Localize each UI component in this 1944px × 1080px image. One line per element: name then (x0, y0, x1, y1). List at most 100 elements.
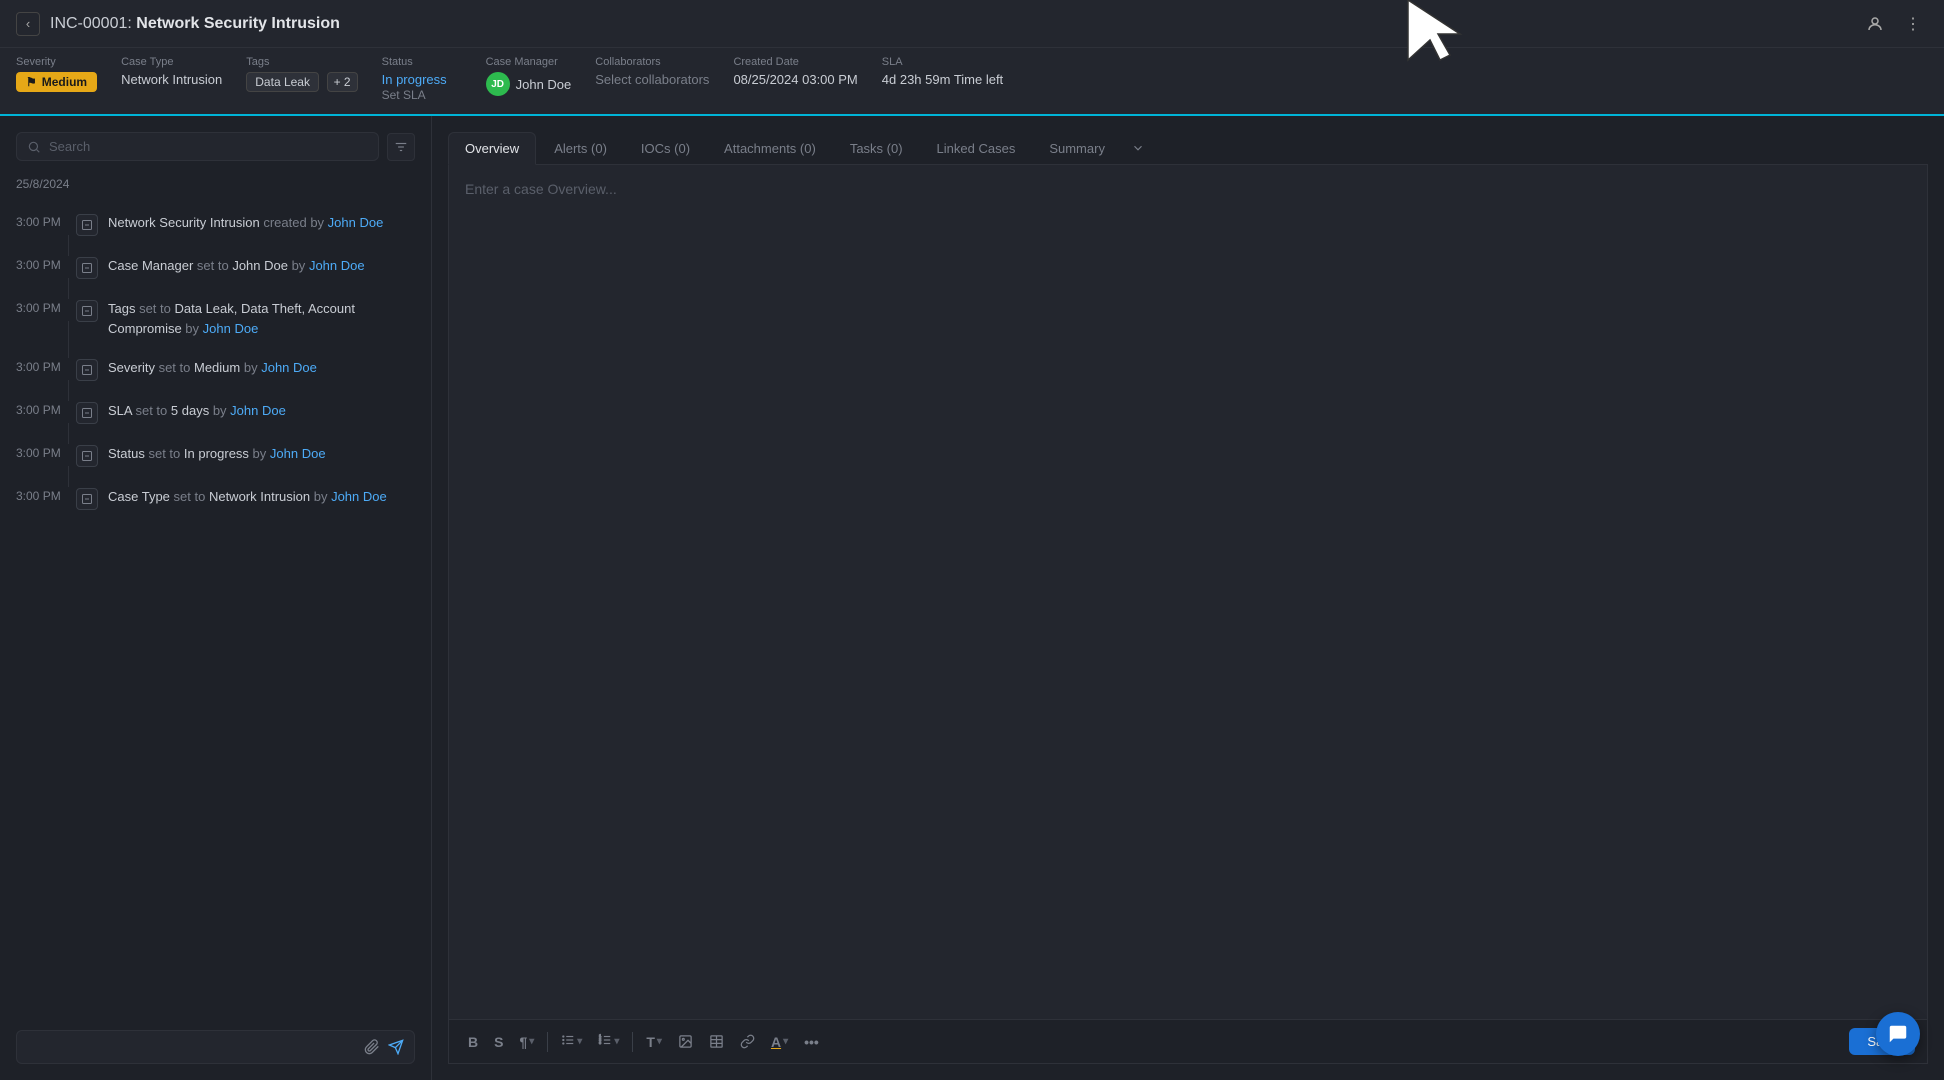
main-content: 25/8/2024 3:00 PMNetwork Security Intrus… (0, 116, 1944, 1080)
tab-attachments[interactable]: Attachments (0) (708, 133, 832, 164)
chevron-icon: ▾ (577, 1036, 582, 1047)
timeline-text: Tags set to Data Leak, Data Theft, Accou… (108, 299, 415, 338)
case-manager-value[interactable]: JD John Doe (486, 72, 572, 96)
more-options-button[interactable]: ⋮ (1898, 9, 1928, 39)
timeline-time: 3:00 PM (16, 258, 66, 272)
case-title: Network Security Intrusion (132, 15, 340, 32)
filter-button[interactable] (387, 133, 415, 161)
tab-iocs[interactable]: IOCs (0) (625, 133, 706, 164)
more-toolbar-button[interactable]: ••• (797, 1030, 826, 1054)
severity-field: Severity ⚑ Medium (16, 56, 97, 92)
timeline-time: 3:00 PM (16, 360, 66, 374)
timeline-icon (76, 445, 98, 467)
status-container: In progress Set SLA (382, 72, 462, 102)
highlight-button[interactable]: A ▾ (764, 1030, 795, 1054)
chevron-icon: ▾ (783, 1036, 788, 1047)
severity-value: Medium (42, 75, 87, 89)
timeline-icon (76, 359, 98, 381)
chevron-icon: ▾ (529, 1036, 534, 1047)
severity-badge[interactable]: ⚑ Medium (16, 72, 97, 92)
timeline-icon (76, 214, 98, 236)
chevron-icon: ▾ (614, 1036, 619, 1047)
timeline-time: 3:00 PM (16, 403, 66, 417)
status-value[interactable]: In progress (382, 72, 447, 87)
chevron-icon: ▾ (657, 1036, 662, 1047)
collaborators-label: Collaborators (595, 56, 709, 68)
search-icon (27, 140, 41, 154)
timeline-text: Status set to In progress by John Doe (108, 444, 415, 464)
status-field: Status In progress Set SLA (382, 56, 462, 102)
user-icon-button[interactable] (1860, 9, 1890, 39)
overview-editor: Enter a case Overview... B S ¶ ▾ ▾ (448, 165, 1928, 1064)
tab-more-button[interactable] (1123, 135, 1153, 161)
list-icon (561, 1033, 575, 1050)
image-button[interactable] (671, 1030, 700, 1053)
chat-input-bar (16, 1030, 415, 1064)
tags-label: Tags (246, 56, 357, 68)
back-icon: ‹ (26, 16, 30, 31)
timeline-time: 3:00 PM (16, 301, 66, 315)
tags-field: Tags Data Leak + 2 (246, 56, 357, 92)
ordered-list-button[interactable]: 123 ▾ (591, 1029, 626, 1054)
case-type-field: Case Type Network Intrusion (121, 56, 222, 87)
tab-linked-cases[interactable]: Linked Cases (921, 133, 1032, 164)
sla-label: SLA (882, 56, 1003, 68)
case-manager-name: John Doe (516, 77, 572, 92)
send-button[interactable] (388, 1039, 404, 1055)
case-type-value: Network Intrusion (121, 72, 222, 87)
timeline-item: 3:00 PMCase Manager set to John Doe by J… (16, 246, 415, 289)
timeline-item: 3:00 PM Severity set to Medium by John Do… (16, 348, 415, 391)
tabs-bar: OverviewAlerts (0)IOCs (0)Attachments (0… (448, 132, 1928, 165)
bold-button[interactable]: B (461, 1030, 485, 1054)
chat-bubble-icon (1887, 1023, 1909, 1045)
tab-summary[interactable]: Summary (1033, 133, 1121, 164)
link-button[interactable] (733, 1030, 762, 1053)
status-label: Status (382, 56, 462, 68)
link-icon (740, 1034, 755, 1049)
overview-content[interactable]: Enter a case Overview... (449, 165, 1927, 1019)
timeline-icon (76, 402, 98, 424)
avatar: JD (486, 72, 510, 96)
timeline-icon (76, 257, 98, 279)
timeline-item: 3:00 PMNetwork Security Intrusion create… (16, 203, 415, 246)
text-style-button[interactable]: T ▾ (639, 1030, 669, 1054)
sla-value: 4d 23h 59m Time left (882, 72, 1003, 87)
timeline-item: 3:00 PM SLA set to 5 days by John Doe (16, 391, 415, 434)
ordered-list-icon: 123 (598, 1033, 612, 1050)
severity-label: Severity (16, 56, 97, 68)
case-id: INC-00001: (50, 15, 132, 32)
tab-alerts[interactable]: Alerts (0) (538, 133, 623, 164)
right-panel: OverviewAlerts (0)IOCs (0)Attachments (0… (432, 116, 1944, 1080)
timeline-time: 3:00 PM (16, 446, 66, 460)
tag-more[interactable]: + 2 (327, 72, 358, 92)
created-date-field: Created Date 08/25/2024 03:00 PM (733, 56, 857, 87)
collaborators-select[interactable]: Select collaborators (595, 72, 709, 87)
page-title: INC-00001: Network Security Intrusion (50, 15, 340, 33)
strikethrough-button[interactable]: S (487, 1030, 510, 1054)
more-icon: ⋮ (1905, 14, 1921, 34)
table-button[interactable] (702, 1030, 731, 1053)
date-group-label: 25/8/2024 (16, 177, 415, 191)
back-button[interactable]: ‹ (16, 12, 40, 36)
set-sla-link[interactable]: Set SLA (382, 88, 426, 102)
chat-bubble-button[interactable] (1876, 1012, 1920, 1056)
unordered-list-button[interactable]: ▾ (554, 1029, 589, 1054)
tab-overview[interactable]: Overview (448, 132, 536, 165)
search-input[interactable] (49, 139, 368, 154)
case-manager-field: Case Manager JD John Doe (486, 56, 572, 96)
tag-data-leak[interactable]: Data Leak (246, 72, 319, 92)
collaborators-field: Collaborators Select collaborators (595, 56, 709, 87)
paragraph-button[interactable]: ¶ ▾ (512, 1030, 541, 1054)
image-icon (678, 1034, 693, 1049)
timeline-list: 3:00 PMNetwork Security Intrusion create… (16, 203, 415, 520)
timeline-text: SLA set to 5 days by John Doe (108, 401, 415, 421)
tab-tasks[interactable]: Tasks (0) (834, 133, 919, 164)
attachment-button[interactable] (364, 1039, 380, 1055)
filter-icon (394, 140, 408, 154)
timeline-icon (76, 488, 98, 510)
timeline-text: Severity set to Medium by John Doe (108, 358, 415, 378)
editor-toolbar: B S ¶ ▾ ▾ 123 ▾ (449, 1019, 1927, 1063)
left-panel: 25/8/2024 3:00 PMNetwork Security Intrus… (0, 116, 432, 1080)
chat-input[interactable] (27, 1040, 356, 1055)
search-bar (16, 132, 379, 161)
